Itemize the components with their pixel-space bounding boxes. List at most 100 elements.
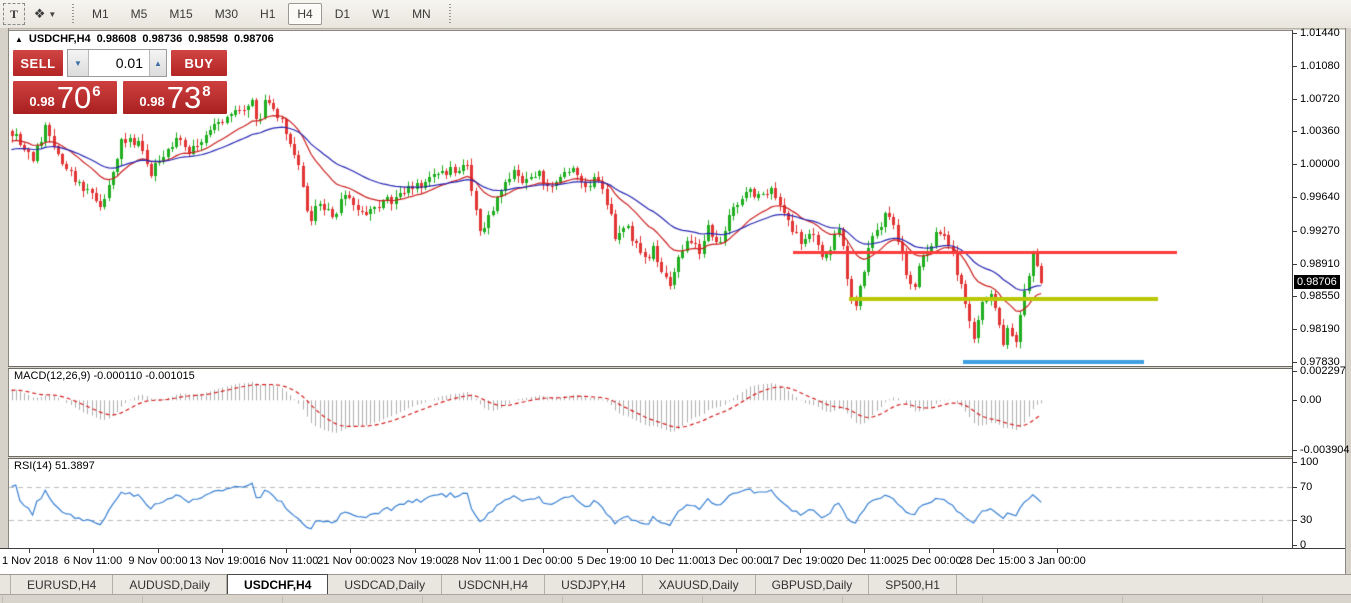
chart-tab-bar: EURUSD,H4AUDUSD,DailyUSDCHF,H4USDCAD,Dai…	[0, 574, 1351, 594]
diamonds-icon: ❖	[34, 6, 46, 22]
time-axis-tick	[29, 549, 30, 553]
timeframe-button-m30[interactable]: M30	[206, 3, 247, 25]
volume-increase-button[interactable]: ▲	[149, 50, 166, 76]
macd-label: MACD(12,26,9) -0.000110 -0.001015	[14, 370, 195, 382]
toolbar-grip[interactable]	[448, 4, 453, 24]
axis-tick	[1293, 487, 1297, 488]
timeframe-button-w1[interactable]: W1	[363, 3, 399, 25]
chart-symbol-label: USDCHF,H4	[29, 33, 91, 45]
time-axis-tick	[415, 549, 416, 553]
time-axis-label: 10 Dec 11:00	[640, 555, 705, 567]
macd-canvas[interactable]	[9, 369, 1293, 456]
chart-tab-eurusd-h4[interactable]: EURUSD,H4	[10, 575, 113, 594]
time-axis-label: 25 Dec 00:00	[896, 555, 961, 567]
chart-tab-usdcad-daily[interactable]: USDCAD,Daily	[328, 575, 442, 594]
time-axis-label: 23 Nov 19:00	[382, 555, 447, 567]
timeframe-button-group: M1M5M15M30H1H4D1W1MN	[81, 3, 442, 25]
chart-tab-audusd-daily[interactable]: AUDUSD,Daily	[113, 575, 227, 594]
rsi-axis-label: 100	[1300, 456, 1318, 468]
macd-panel: MACD(12,26,9) -0.000110 -0.001015	[8, 369, 1293, 456]
price-axis-label: 0.98550	[1300, 290, 1340, 302]
one-click-trading-panel: SELL ▼ 0.01 ▲ BUY 0.98 70 6 0.98 73 8	[11, 48, 229, 116]
price-axis-label: 0.98910	[1300, 258, 1340, 270]
ohlc-open: 0.98608	[97, 33, 137, 45]
time-axis-tick	[93, 549, 94, 553]
chart-ohlc-header: ▲ USDCHF,H4 0.98608 0.98736 0.98598 0.98…	[15, 33, 274, 45]
axis-tick	[1293, 33, 1297, 34]
axis-tick	[1293, 264, 1297, 265]
sell-button[interactable]: SELL	[11, 48, 65, 78]
timeframe-button-m1[interactable]: M1	[83, 3, 118, 25]
price-axis[interactable]: 1.014401.010801.007201.003601.000000.996…	[1292, 30, 1345, 548]
axis-tick	[1293, 164, 1297, 165]
sell-price-button[interactable]: 0.98 70 6	[11, 79, 119, 116]
time-axis-tick	[929, 549, 930, 553]
axis-tick	[1293, 520, 1297, 521]
chart-tab-usdchf-h4[interactable]: USDCHF,H4	[227, 574, 328, 594]
chart-tab-gbpusd-daily[interactable]: GBPUSD,Daily	[756, 575, 870, 594]
ohlc-low: 0.98598	[188, 33, 228, 45]
axis-tick	[1293, 400, 1297, 401]
timeframe-button-d1[interactable]: D1	[326, 3, 359, 25]
time-axis-label: 16 Nov 11:00	[254, 555, 319, 567]
time-axis-tick	[479, 549, 480, 553]
ohlc-high: 0.98736	[142, 33, 182, 45]
buy-price-big: 73	[167, 84, 201, 112]
sell-price-prefix: 0.98	[29, 94, 54, 109]
price-axis-label: 0.99640	[1300, 191, 1340, 203]
time-axis-tick	[286, 549, 287, 553]
time-axis-label: 13 Nov 19:00	[189, 555, 254, 567]
axis-tick	[1293, 131, 1297, 132]
time-axis-tick	[222, 549, 223, 553]
symbol-marker-icon: ▲	[15, 35, 23, 44]
time-axis-label: 28 Dec 15:00	[960, 555, 1025, 567]
timeframe-button-m15[interactable]: M15	[160, 3, 201, 25]
time-axis-tick	[736, 549, 737, 553]
time-axis-tick	[607, 549, 608, 553]
macd-axis-label: 0.00	[1300, 394, 1321, 406]
chart-tab-sp500-h1[interactable]: SP500,H1	[869, 575, 957, 594]
time-axis-tick	[672, 549, 673, 553]
buy-button[interactable]: BUY	[169, 48, 229, 78]
axis-tick	[1293, 545, 1297, 546]
chart-tab-xauusd-daily[interactable]: XAUUSD,Daily	[643, 575, 756, 594]
toolbar-grip[interactable]	[70, 4, 75, 24]
time-axis-tick	[158, 549, 159, 553]
timeframe-button-h1[interactable]: H1	[251, 3, 284, 25]
timeframe-button-h4[interactable]: H4	[288, 3, 321, 25]
price-axis-label: 0.99270	[1300, 225, 1340, 237]
time-axis-label: 5 Dec 19:00	[577, 555, 636, 567]
time-axis[interactable]: 1 Nov 20186 Nov 11:009 Nov 00:0013 Nov 1…	[0, 548, 1345, 574]
axis-tick	[1293, 329, 1297, 330]
price-axis-label: 1.01080	[1300, 60, 1340, 72]
window-right-edge	[1345, 28, 1351, 574]
rsi-canvas[interactable]	[9, 459, 1293, 548]
axis-tick	[1293, 231, 1297, 232]
toolbar: T ❖ ▼ M1M5M15M30H1H4D1W1MN	[0, 0, 1351, 29]
macd-axis-label: 0.002297	[1300, 365, 1346, 377]
price-axis-label: 1.00000	[1300, 158, 1340, 170]
chart-tab-usdjpy-h4[interactable]: USDJPY,H4	[545, 575, 642, 594]
timeframe-button-mn[interactable]: MN	[403, 3, 440, 25]
volume-decrease-button[interactable]: ▼	[68, 50, 89, 76]
time-axis-label: 6 Nov 11:00	[64, 555, 123, 567]
text-label-tool-button[interactable]: T	[3, 3, 25, 25]
current-price-badge: 0.98706	[1294, 275, 1340, 289]
mt4-chart-window: T ❖ ▼ M1M5M15M30H1H4D1W1MN ▲ USDCHF,H4 0…	[0, 0, 1351, 602]
axis-tick	[1293, 99, 1297, 100]
time-axis-label: 28 Nov 11:00	[447, 555, 512, 567]
time-axis-tick	[993, 549, 994, 553]
time-axis-label: 13 Dec 00:00	[703, 555, 768, 567]
time-axis-label: 20 Dec 11:00	[832, 555, 897, 567]
buy-price-button[interactable]: 0.98 73 8	[121, 79, 229, 116]
sell-price-pip: 6	[92, 83, 100, 100]
axis-tick	[1293, 66, 1297, 67]
axis-tick	[1293, 296, 1297, 297]
rsi-label: RSI(14) 51.3897	[14, 460, 95, 472]
timeframe-button-m5[interactable]: M5	[122, 3, 157, 25]
volume-input[interactable]: 0.01	[89, 50, 149, 76]
crosshair-tool-button[interactable]: ❖ ▼	[27, 3, 63, 25]
chart-tab-usdcnh-h4[interactable]: USDCNH,H4	[442, 575, 545, 594]
macd-axis-label: -0.003904	[1300, 444, 1350, 456]
time-axis-tick	[350, 549, 351, 553]
